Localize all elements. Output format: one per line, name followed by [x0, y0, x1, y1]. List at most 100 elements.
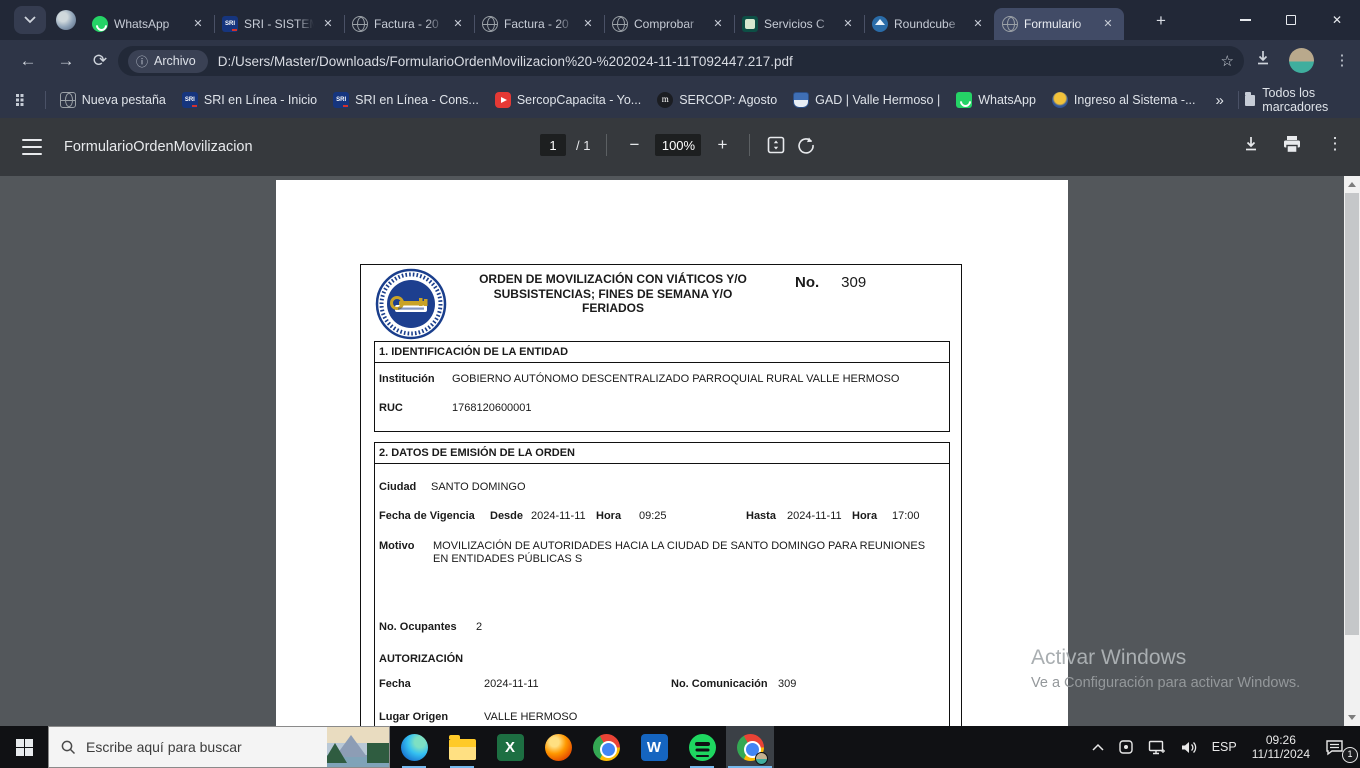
- taskbar-word[interactable]: W: [630, 726, 678, 768]
- bookmark-star-icon[interactable]: ☆: [1221, 52, 1234, 70]
- pdf-print-button[interactable]: [1282, 135, 1302, 154]
- rotate-button[interactable]: [796, 135, 816, 155]
- vertical-scrollbar[interactable]: [1344, 176, 1360, 726]
- bookmark-ingreso-sistema[interactable]: Ingreso al Sistema -...: [1044, 88, 1204, 112]
- pdf-more-button[interactable]: ⋮: [1324, 134, 1346, 154]
- document-header: ORDEN DE MOVILIZACIÓN CON VIÁTICOS Y/O S…: [361, 265, 961, 341]
- tab-formulario-active[interactable]: Formulario ✕: [994, 8, 1124, 40]
- close-button[interactable]: ✕: [1314, 0, 1360, 40]
- maximize-icon: [1286, 15, 1296, 25]
- apps-grid-icon[interactable]: [16, 94, 26, 106]
- chevron-down-icon: [24, 16, 36, 24]
- tab-close-icon[interactable]: ✕: [580, 16, 596, 32]
- url-text[interactable]: D:/Users/Master/Downloads/FormularioOrde…: [218, 54, 1213, 69]
- rotate-icon: [798, 137, 815, 154]
- bookmark-whatsapp[interactable]: WhatsApp: [948, 88, 1044, 112]
- file-scheme-chip[interactable]: ⓘ Archivo: [128, 49, 208, 73]
- tab-close-icon[interactable]: ✕: [840, 16, 856, 32]
- search-icon: [61, 740, 76, 754]
- action-center-button[interactable]: 1: [1318, 726, 1360, 768]
- clock[interactable]: 09:26 11/11/2024: [1244, 726, 1318, 768]
- divider: [606, 134, 608, 156]
- profile-mini-avatar: [755, 752, 768, 765]
- tab-comprobar[interactable]: Comprobar ✕: [604, 8, 734, 40]
- volume-button[interactable]: [1173, 726, 1205, 768]
- language-indicator[interactable]: ESP: [1205, 726, 1244, 768]
- scroll-up-arrow[interactable]: [1348, 182, 1356, 187]
- taskbar-spotify[interactable]: [678, 726, 726, 768]
- taskbar-excel[interactable]: X: [486, 726, 534, 768]
- network-button[interactable]: [1141, 726, 1173, 768]
- windows-logo-icon: [15, 738, 33, 756]
- tab-close-icon[interactable]: ✕: [1100, 16, 1116, 32]
- taskbar-search[interactable]: [48, 726, 390, 768]
- minimize-button[interactable]: [1222, 0, 1268, 40]
- fit-page-button[interactable]: [766, 135, 786, 155]
- scrollbar-thumb[interactable]: [1345, 193, 1359, 635]
- start-button[interactable]: [0, 726, 48, 768]
- youtube-icon: [494, 92, 511, 108]
- sercop-icon: m: [657, 92, 674, 108]
- tab-close-icon[interactable]: ✕: [970, 16, 986, 32]
- tab-close-icon[interactable]: ✕: [190, 16, 206, 32]
- firefox-icon: [544, 733, 572, 761]
- row-motivo: Motivo MOVILIZACIÓN DE AUTORIDADES HACIA…: [379, 540, 926, 565]
- pdf-document-title: FormularioOrdenMovilizacion: [64, 139, 253, 155]
- back-button[interactable]: ←: [16, 49, 40, 73]
- search-input[interactable]: [86, 739, 276, 755]
- address-bar[interactable]: ⓘ Archivo D:/Users/Master/Downloads/Form…: [118, 46, 1244, 76]
- search-highlight-image[interactable]: [327, 727, 389, 767]
- zoom-level[interactable]: 100%: [655, 134, 702, 156]
- page-count: / 1: [576, 137, 591, 153]
- bookmark-gad-valle-hermoso[interactable]: GAD | Valle Hermoso |: [785, 88, 948, 112]
- maximize-button[interactable]: [1268, 0, 1314, 40]
- zoom-in-button[interactable]: +: [711, 135, 733, 155]
- row-lugar-origen: Lugar Origen VALLE HERMOSO: [379, 711, 578, 723]
- taskbar-edge[interactable]: [390, 726, 438, 768]
- tab-close-icon[interactable]: ✕: [320, 16, 336, 32]
- bookmarks-bar: Nueva pestaña SRI SRI en Línea - Inicio …: [0, 82, 1360, 118]
- word-icon: W: [640, 733, 668, 761]
- browser-menu-button[interactable]: ⋮: [1330, 49, 1354, 73]
- tab-roundcube[interactable]: Roundcube ✕: [864, 8, 994, 40]
- whatsapp-icon: [92, 16, 108, 32]
- app-window-icon: [1119, 740, 1133, 754]
- zoom-out-button[interactable]: −: [623, 135, 645, 155]
- downloads-button[interactable]: [1254, 49, 1278, 73]
- row-ocupantes: No. Ocupantes 2: [379, 621, 483, 633]
- bookmark-sercop-agosto[interactable]: m SERCOP: Agosto: [649, 88, 785, 112]
- row-fecha: Fecha 2024-11-11 No. Comunicación 309: [379, 678, 797, 690]
- profile-avatar[interactable]: [1289, 48, 1314, 73]
- pdf-download-button[interactable]: [1242, 135, 1260, 153]
- forward-button[interactable]: →: [54, 49, 78, 73]
- bookmark-sri-consultas[interactable]: SRI SRI en Línea - Cons...: [325, 88, 487, 112]
- taskbar-chrome[interactable]: [582, 726, 630, 768]
- page-number-input[interactable]: [540, 134, 566, 156]
- bookmarks-overflow-button[interactable]: »: [1207, 92, 1231, 109]
- tab-search-button[interactable]: [14, 6, 46, 34]
- tab-close-icon[interactable]: ✕: [450, 16, 466, 32]
- taskbar-file-explorer[interactable]: [438, 726, 486, 768]
- tray-expand-button[interactable]: [1085, 726, 1111, 768]
- all-bookmarks[interactable]: Todos los marcadores: [1232, 86, 1350, 114]
- taskbar-chrome-active[interactable]: [726, 726, 774, 768]
- sri-icon: SRI: [333, 92, 350, 108]
- new-tab-button[interactable]: +: [1150, 10, 1172, 32]
- scroll-down-arrow[interactable]: [1348, 715, 1356, 720]
- tab-factura-1[interactable]: Factura - 20 ✕: [344, 8, 474, 40]
- pdf-menu-button[interactable]: [22, 139, 42, 155]
- bookmark-nueva-pestana[interactable]: Nueva pestaña: [52, 88, 174, 112]
- tab-whatsapp[interactable]: WhatsApp ✕: [84, 8, 214, 40]
- tab-sri-sistema[interactable]: SRI SRI - SISTEM ✕: [214, 8, 344, 40]
- tab-factura-2[interactable]: Factura - 20 ✕: [474, 8, 604, 40]
- tray-app-icon[interactable]: [1111, 726, 1141, 768]
- tab-close-icon[interactable]: ✕: [710, 16, 726, 32]
- section-title: 1. IDENTIFICACIÓN DE LA ENTIDAD: [375, 342, 949, 363]
- divider: [749, 134, 751, 156]
- taskbar-firefox[interactable]: [534, 726, 582, 768]
- pinned-tab[interactable]: [56, 10, 76, 30]
- tab-servicios[interactable]: Servicios C ✕: [734, 8, 864, 40]
- bookmark-sercopcapacita[interactable]: SercopCapacita - Yo...: [487, 88, 649, 112]
- bookmark-sri-inicio[interactable]: SRI SRI en Línea - Inicio: [174, 88, 325, 112]
- reload-button[interactable]: ⟳: [88, 49, 112, 73]
